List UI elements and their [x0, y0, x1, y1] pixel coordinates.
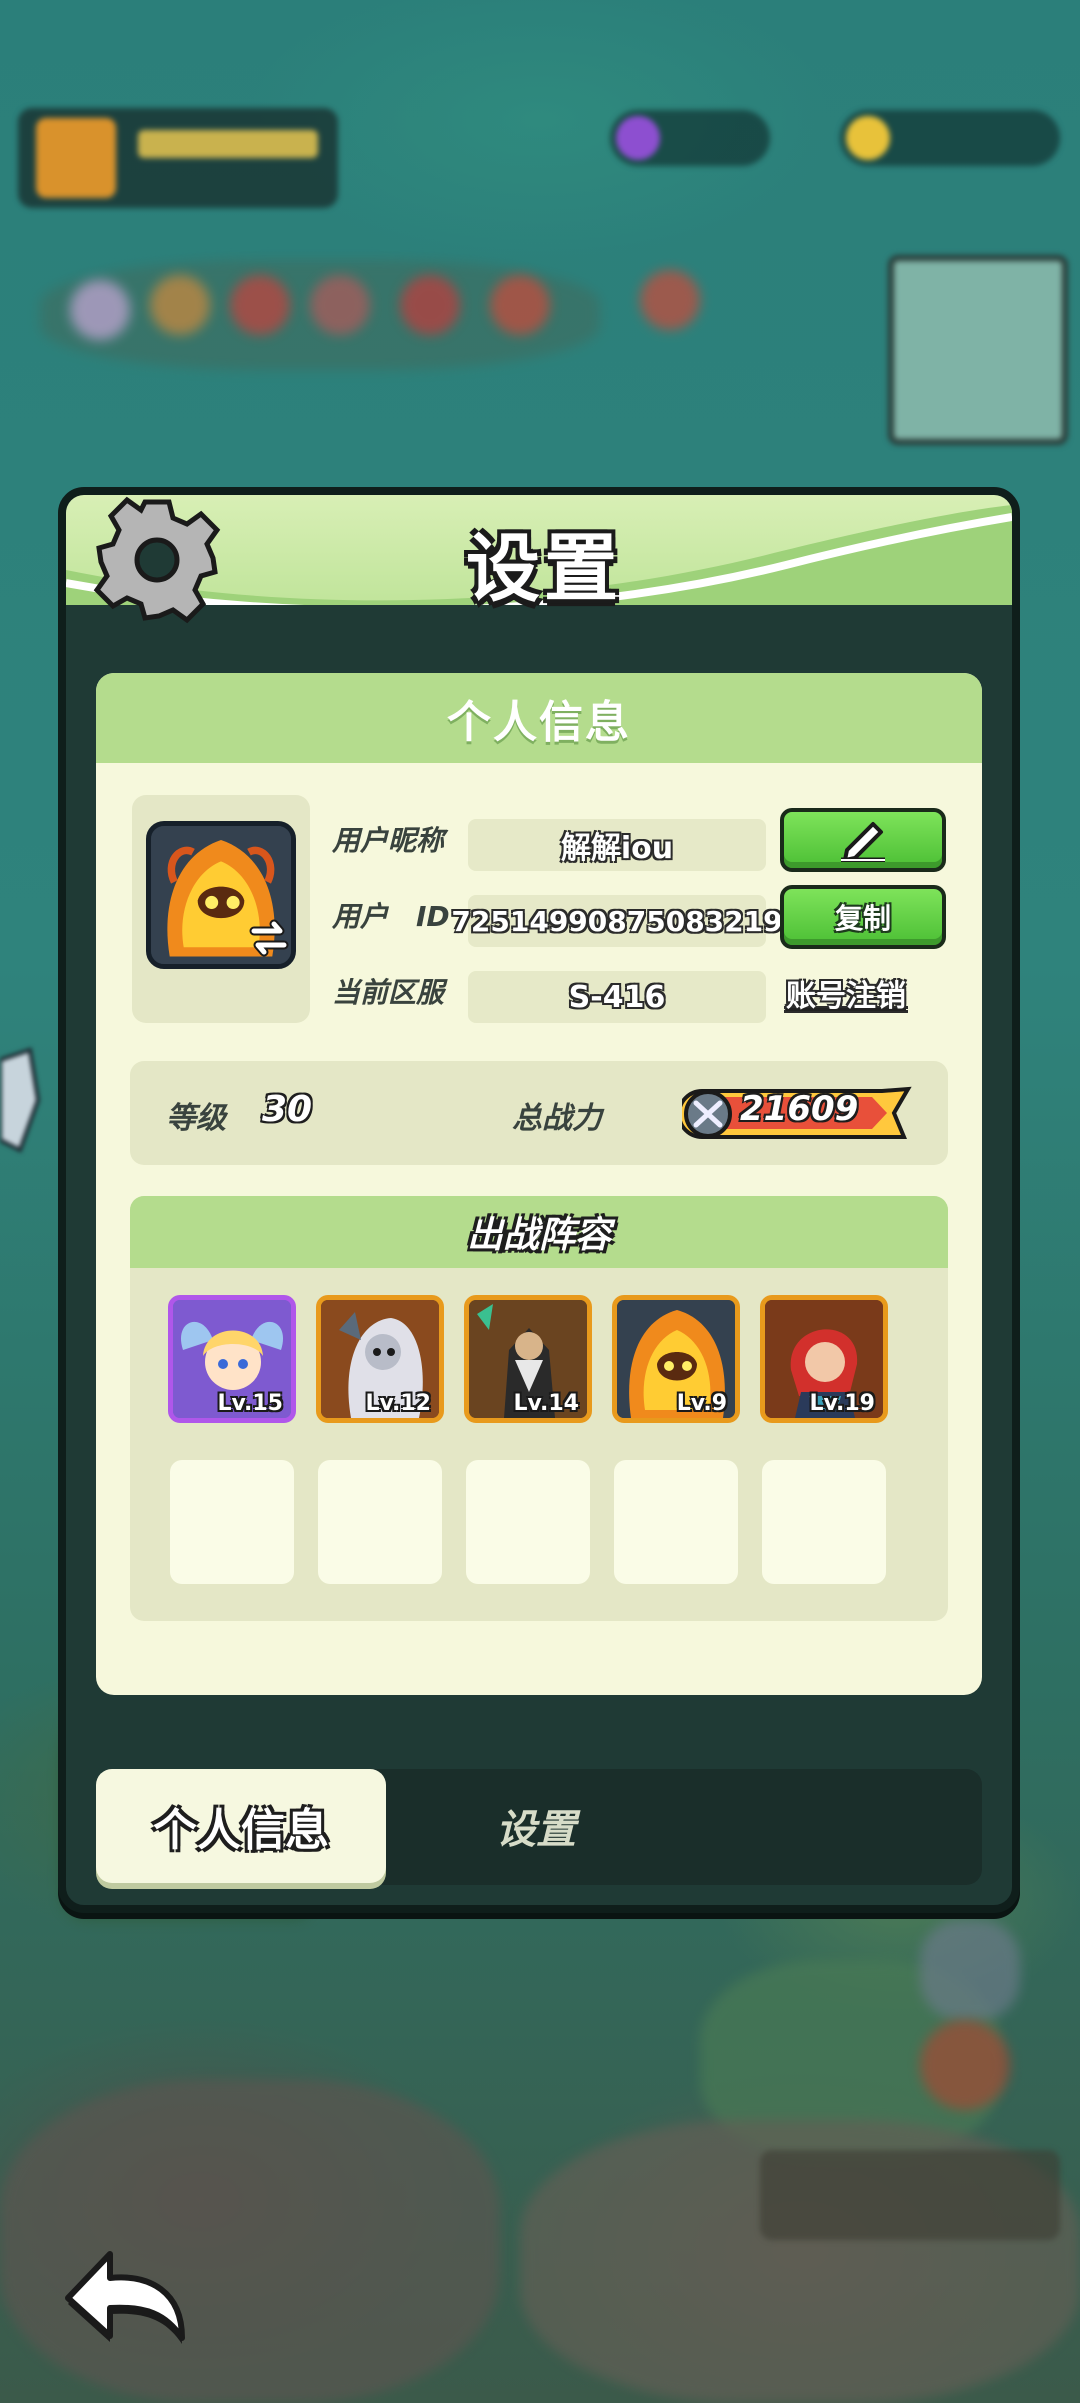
blurred-hero: [400, 275, 460, 335]
blurred-hero: [230, 275, 290, 335]
hero-level: Lv.14: [513, 1391, 579, 1416]
blurred-hero: [310, 275, 370, 335]
hero-slot-4[interactable]: Lv.9: [612, 1295, 740, 1423]
hero-level: Lv.19: [809, 1391, 875, 1416]
nickname-field: 解解iou: [468, 819, 766, 871]
edit-nickname-button[interactable]: [780, 808, 946, 872]
blurred-building: [920, 1920, 1020, 2020]
swap-icon[interactable]: [246, 915, 292, 961]
tab-settings[interactable]: 设置: [436, 1769, 636, 1883]
hud-name-bar: [138, 130, 318, 158]
team-header: 出战阵容: [130, 1196, 948, 1268]
hero-level: Lv.15: [217, 1391, 283, 1416]
panel-title: 设置: [466, 526, 622, 612]
coin-icon: [846, 116, 890, 160]
empty-team-slot[interactable]: [318, 1460, 442, 1584]
user-id-field: 72514990875083219: [451, 895, 783, 947]
empty-team-slot[interactable]: [762, 1460, 886, 1584]
cancel-account-link[interactable]: 账号注销: [786, 971, 906, 1015]
gear-icon: [93, 496, 221, 624]
hero-slot-3[interactable]: Lv.14: [464, 1295, 592, 1423]
hud-gem-counter: [610, 110, 770, 166]
blurred-hero: [640, 270, 700, 330]
minimap: [888, 255, 1068, 445]
copy-id-button[interactable]: 复制: [780, 885, 946, 949]
stats-row: 等级 30 总战力 21609: [130, 1061, 948, 1165]
tab-bar: 个人信息 设置: [96, 1769, 982, 1885]
hero-level: Lv.9: [676, 1391, 727, 1416]
team-box: 出战阵容 Lv.15 Lv.12 Lv.14 Lv.9 Lv.19: [130, 1196, 948, 1621]
avatar-box[interactable]: [132, 795, 310, 1023]
empty-team-slot[interactable]: [614, 1460, 738, 1584]
tab-profile-label: 个人信息: [153, 1805, 329, 1856]
server-field: S-416: [468, 971, 766, 1023]
profile-section-title: 个人信息: [447, 697, 631, 748]
profile-card: 个人信息 用户昵称 解解iou 用户 ID 72514990875083219 …: [96, 673, 982, 1695]
user-id-label: 用户 ID: [332, 900, 450, 933]
settings-panel: 设置 个人信息 用户昵称 解解iou 用户 ID 725149908750832…: [58, 487, 1020, 1913]
gem-icon: [616, 116, 660, 160]
hero-slot-2[interactable]: Lv.12: [316, 1295, 444, 1423]
nickname-label: 用户昵称: [332, 824, 445, 857]
pencil-icon: [841, 822, 885, 862]
profile-section-header: 个人信息: [96, 673, 982, 763]
empty-team-slot[interactable]: [466, 1460, 590, 1584]
hero-slot-5[interactable]: Lv.19: [760, 1295, 888, 1423]
power-label: 总战力: [512, 1101, 602, 1136]
blurred-hero: [150, 275, 210, 335]
tab-settings-label: 设置: [496, 1807, 576, 1853]
blurred-notice: [760, 2150, 1060, 2240]
blurred-side-character: [0, 1047, 40, 1153]
player-hud: [18, 108, 338, 208]
hud-avatar: [36, 118, 116, 198]
level-label: 等级: [166, 1101, 226, 1136]
hud-coin-counter: [840, 110, 1060, 166]
blurred-character: [920, 2020, 1010, 2110]
blurred-hero: [490, 275, 550, 335]
server-label: 当前区服: [332, 976, 445, 1009]
hero-level: Lv.12: [365, 1391, 431, 1416]
tab-profile[interactable]: 个人信息: [96, 1769, 386, 1883]
level-value: 30: [262, 1089, 313, 1130]
empty-team-slot[interactable]: [170, 1460, 294, 1584]
blurred-hero: [70, 280, 130, 340]
back-arrow-icon[interactable]: [58, 2240, 190, 2348]
hero-slot-1[interactable]: Lv.15: [168, 1295, 296, 1423]
team-title: 出战阵容: [466, 1215, 611, 1256]
power-value: 21609: [740, 1089, 859, 1129]
